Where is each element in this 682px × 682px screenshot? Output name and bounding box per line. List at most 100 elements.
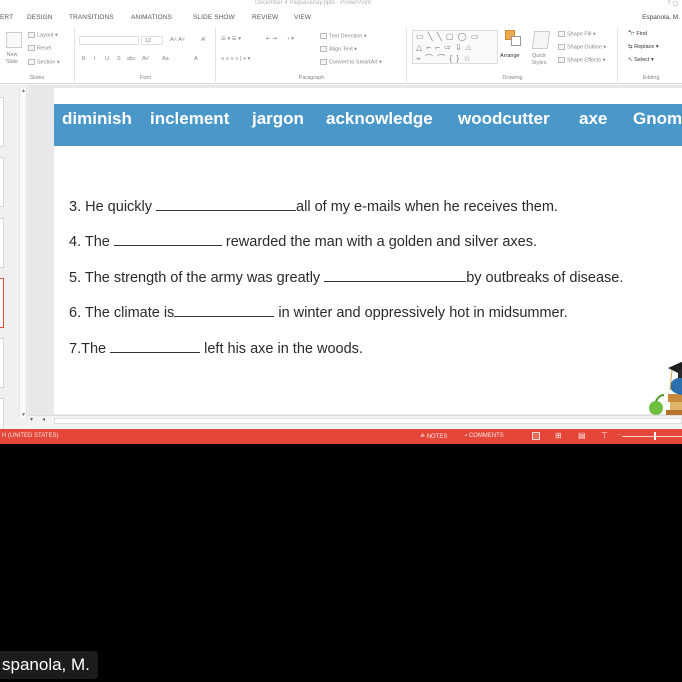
word-bank: diminish inclement jargon acknowledge wo… — [54, 104, 682, 146]
shape-fill-button[interactable]: Shape Fill ▾ — [558, 31, 596, 37]
font-size-combo[interactable]: 12 — [141, 36, 163, 45]
paragraph-group-label: Paragraph — [298, 75, 325, 81]
zoom-slider-track[interactable] — [622, 436, 682, 437]
slide-thumbnail[interactable] — [0, 97, 4, 147]
scroll-left-arrow-icon[interactable]: ◂ — [42, 416, 45, 423]
ribbon: New Slide Layout ▾ Reset Section ▾ Slide… — [0, 26, 682, 84]
shapes-gallery[interactable]: ▭ ╲ ╲ ▢ ◯ ▭ △ ⌐ ⌐ ⇨ ⇩ ⌂ ⌁ ⌒ ⌒ { } ☆ — [412, 30, 498, 64]
italic-button[interactable]: I — [94, 56, 96, 62]
slide-canvas[interactable]: diminish inclement jargon acknowledge wo… — [54, 88, 682, 416]
shape-effects-button[interactable]: Shape Effects ▾ — [558, 57, 605, 63]
reading-view-icon[interactable]: ▤ — [578, 431, 586, 440]
slideshow-icon[interactable]: ⊤ — [601, 431, 608, 440]
word-bank-item: woodcutter — [458, 109, 550, 128]
shape-outline-button[interactable]: Shape Outline ▾ — [558, 44, 606, 50]
comments-button[interactable]: ▪ COMMENTS — [465, 433, 504, 439]
shapes-row: ▭ ╲ ╲ ▢ ◯ ▭ — [416, 32, 480, 41]
quick-styles-button[interactable]: Quick Styles — [528, 53, 550, 67]
shadow-button[interactable]: S — [117, 56, 121, 62]
section-button[interactable]: Section ▾ — [28, 59, 60, 65]
book — [670, 402, 682, 410]
scroll-track[interactable] — [54, 418, 682, 424]
notes-button[interactable]: ≙ NOTES — [420, 433, 447, 440]
font-color-button[interactable]: A — [194, 56, 198, 62]
editing-group: 🔭 Find ⇆ Replace ▾ ↖ Select ▾ Editing — [620, 28, 682, 82]
tab-insert[interactable]: ERT — [0, 14, 13, 21]
new-slide-icon[interactable] — [6, 32, 22, 48]
slides-group: New Slide Layout ▾ Reset Section ▾ Slide… — [0, 28, 75, 82]
select-button[interactable]: ↖ Select ▾ — [628, 57, 654, 63]
help-icon[interactable]: ? ▢ — [667, 0, 678, 7]
slide-thumbnail[interactable] — [0, 218, 4, 268]
align-icons[interactable]: ≡ ≡ ≡ ≡ | ≡ ▾ — [221, 56, 250, 62]
tab-animations[interactable]: ANIMATIONS — [131, 14, 172, 21]
word-bank-item: diminish — [62, 109, 132, 128]
slide-thumbnail[interactable] — [0, 338, 4, 388]
user-account[interactable]: Espanola, M. — [642, 14, 680, 21]
align-text-button[interactable]: Align Text ▾ — [320, 46, 357, 52]
convert-smartart-button[interactable]: Convert to SmartArt ▾ — [320, 59, 382, 65]
apple-icon — [649, 401, 663, 415]
tab-view[interactable]: VIEW — [294, 14, 311, 21]
font-name-combo[interactable] — [79, 36, 139, 45]
line-spacing-icon[interactable]: ↕ ▾ — [287, 36, 294, 42]
tab-review[interactable]: REVIEW — [252, 14, 278, 21]
leaf — [655, 394, 665, 402]
strikethrough-button[interactable]: abc — [127, 56, 136, 62]
font-group-label: Font — [139, 75, 151, 81]
find-button[interactable]: 🔭 Find — [628, 31, 647, 37]
status-bar: H (UNITED STATES) ≙ NOTES ▪ COMMENTS ⊞ ▤… — [0, 429, 682, 444]
change-case-button[interactable]: Aa — [162, 56, 169, 62]
text-direction-button[interactable]: Text Direction ▾ — [320, 33, 367, 39]
grad-cap-base — [678, 370, 682, 378]
answer-blank — [110, 341, 201, 353]
character-spacing-button[interactable]: AV — [142, 56, 149, 62]
zoom-out-icon[interactable]: - — [618, 432, 620, 438]
thumbnail-scrollbar[interactable]: ▲ ▼ — [19, 88, 27, 418]
layout-button[interactable]: Layout ▾ — [28, 32, 58, 38]
bold-button[interactable]: B — [82, 56, 86, 62]
slide-thumbnail-selected[interactable] — [0, 278, 4, 328]
scroll-up-icon[interactable]: ▲ — [20, 88, 27, 94]
language-indicator[interactable]: H (UNITED STATES) — [2, 433, 58, 439]
slide-sorter-icon[interactable]: ⊞ — [555, 431, 562, 440]
bullets-icon[interactable]: ☰ ▾ ☰ ▾ — [221, 36, 241, 42]
ribbon-tabs: ERT DESIGN TRANSITIONS ANIMATIONS SLIDE … — [0, 10, 682, 26]
tab-slide-show[interactable]: SLIDE SHOW — [193, 14, 235, 21]
answer-blank — [324, 270, 467, 282]
horizontal-scrollbar[interactable]: ▾ ◂ — [28, 415, 682, 425]
clear-format-icon[interactable]: A̸ — [201, 37, 205, 43]
tab-transitions[interactable]: TRANSITIONS — [69, 14, 114, 21]
normal-view-icon[interactable] — [532, 432, 540, 440]
slide-thumbnail[interactable] — [0, 157, 4, 207]
word-bank-item: acknowledge — [326, 109, 433, 128]
answer-blank — [113, 234, 222, 246]
word-bank-item: axe — [579, 109, 608, 128]
powerpoint-window: December 4 Pagsasanay.pptx - PowerPoint … — [0, 0, 682, 444]
new-slide-button[interactable]: New Slide — [3, 52, 21, 66]
graduation-books-clipart — [649, 361, 682, 416]
grow-font-icon[interactable]: A˄ A˅ — [170, 37, 185, 43]
scroll-down-icon[interactable]: ▼ — [20, 412, 27, 418]
section-icon — [28, 59, 35, 65]
smartart-icon — [320, 59, 327, 65]
align-text-icon — [320, 46, 327, 52]
replace-icon: ⇆ — [628, 44, 633, 50]
tab-design[interactable]: DESIGN — [27, 14, 53, 21]
participant-name-tag: spanola, M. — [0, 651, 98, 679]
replace-button[interactable]: ⇆ Replace ▾ — [628, 44, 659, 50]
arrange-icon-back — [511, 36, 521, 46]
indent-icon[interactable]: ⇤ ⇥ — [266, 36, 277, 42]
question-5: 5. The strength of the army was greatly … — [69, 270, 624, 286]
question-7: 7.The left his axe in the woods. — [69, 341, 363, 357]
globe — [670, 377, 682, 395]
word-bank-item: jargon — [252, 109, 304, 128]
notes-icon: ≙ — [420, 434, 426, 440]
zoom-slider-thumb[interactable] — [654, 432, 656, 440]
reset-button[interactable]: Reset — [28, 45, 51, 51]
select-icon: ↖ — [628, 57, 633, 63]
scroll-left-icon[interactable]: ▾ — [30, 416, 33, 423]
arrange-button[interactable]: Arrange — [500, 53, 520, 59]
underline-button[interactable]: U — [105, 56, 109, 62]
answer-blank — [156, 199, 297, 211]
